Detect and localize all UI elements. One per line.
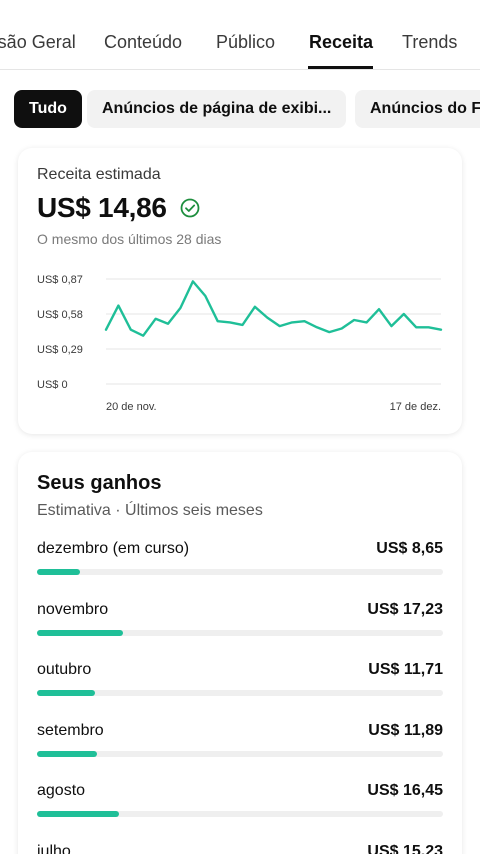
- month-earnings-value: US$ 11,71: [368, 661, 443, 678]
- earnings-title: Seus ganhos: [37, 472, 162, 494]
- earnings-progress-track: [37, 690, 443, 696]
- x-tick-label: 17 de dez.: [390, 401, 441, 413]
- month-name: outubro: [37, 661, 92, 678]
- revenue-line-chart: US$ 0,87 US$ 0,58 US$ 0,29 US$ 0 20 de nov. 1…: [37, 274, 443, 413]
- month-earnings-value: US$ 11,89: [368, 721, 443, 739]
- revenue-value: US$ 14,86: [37, 192, 167, 223]
- month-name: setembro: [37, 721, 104, 739]
- month-earnings-value: US$ 15,23: [367, 842, 443, 854]
- month-name: julho: [37, 842, 71, 854]
- earnings-progress-track: [37, 569, 443, 575]
- chip-anuncios-pagina-exibicao[interactable]: Anúncios de página de exibi...: [87, 90, 347, 128]
- y-tick-label: US$ 0,58: [37, 309, 83, 321]
- earnings-progress-fill: [37, 811, 120, 817]
- month-row: setembro US$ 11,89: [37, 722, 443, 762]
- earnings-progress-fill: [37, 750, 97, 757]
- y-tick-label: US$ 0: [37, 379, 68, 391]
- y-tick-label: US$ 0,29: [37, 344, 83, 356]
- tab-conteudo[interactable]: Conteúdo: [104, 32, 182, 53]
- month-row: novembro US$ 17,23: [37, 601, 443, 641]
- chip-tudo[interactable]: Tudo: [14, 90, 82, 128]
- analytics-tabs: Visão Geral Conteúdo Público Receita Tre…: [0, 22, 480, 70]
- month-row: agosto US$ 16,45: [37, 782, 443, 822]
- month-row: dezembro (em curso) US$ 8,65: [37, 540, 443, 580]
- earnings-progress-fill: [37, 690, 96, 696]
- earnings-progress-track: [37, 629, 443, 636]
- earnings-subtitle: Estimativa · Últimos seis meses: [37, 502, 263, 519]
- tab-receita[interactable]: Receita: [309, 32, 373, 53]
- active-tab-indicator: [308, 66, 373, 69]
- revenue-comparison: O mesmo dos últimos 28 dias: [37, 231, 222, 247]
- tab-publico[interactable]: Público: [216, 32, 275, 53]
- estimated-revenue-card[interactable]: Receita estimada US$ 14,86 O mesmo dos ú…: [18, 148, 462, 434]
- month-name: dezembro (em curso): [37, 540, 190, 557]
- earnings-progress-fill: [37, 569, 80, 575]
- month-name: novembro: [37, 600, 109, 618]
- chip-anuncios-feed[interactable]: Anúncios do Feed: [355, 90, 480, 128]
- earnings-card: Seus ganhos Estimativa · Últimos seis me…: [18, 452, 462, 854]
- revenue-series-line: [104, 280, 443, 337]
- month-earnings-value: US$ 16,45: [367, 782, 443, 799]
- earnings-progress-track: [37, 811, 443, 817]
- tab-visao-geral[interactable]: Visão Geral: [0, 32, 76, 53]
- filter-chips: Tudo Anúncios de página de exibi... Anún…: [0, 90, 480, 128]
- month-name: agosto: [37, 782, 86, 799]
- x-tick-label: 20 de nov.: [106, 401, 157, 413]
- month-row: outubro US$ 11,71: [37, 661, 443, 701]
- month-earnings-value: US$ 8,65: [376, 540, 443, 557]
- y-tick-label: US$ 0,87: [37, 274, 83, 286]
- month-row: julho US$ 15,23: [37, 843, 443, 854]
- month-earnings-value: US$ 17,23: [367, 600, 443, 618]
- earnings-progress-fill: [37, 629, 124, 636]
- earnings-progress-track: [37, 750, 443, 757]
- revenue-label: Receita estimada: [37, 166, 161, 183]
- tab-trends[interactable]: Trends: [402, 32, 457, 53]
- check-circle-icon: [180, 198, 200, 218]
